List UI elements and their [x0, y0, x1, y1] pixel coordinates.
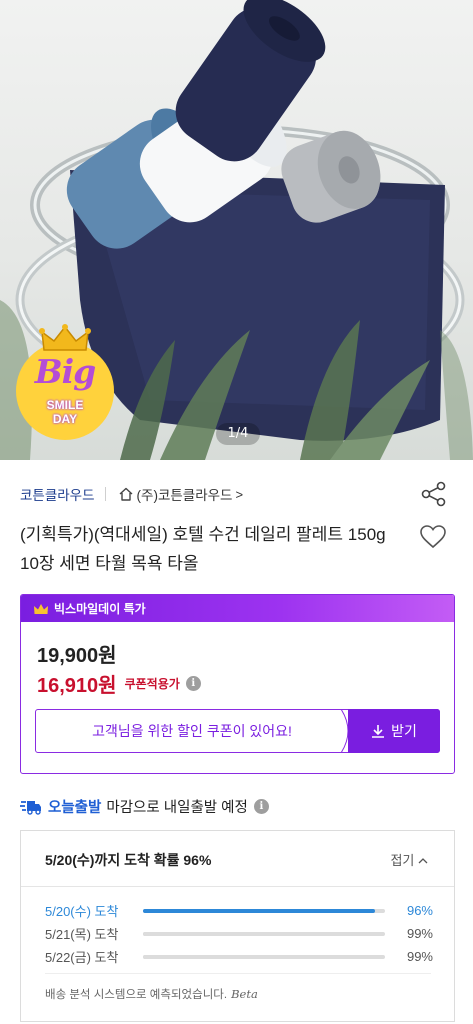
delivery-row-label: 5/21(목) 도착: [45, 927, 119, 942]
divider: [45, 973, 431, 974]
sale-price: 16,910원: [37, 675, 117, 697]
delivery-probability-box: 5/20(수)까지 도착 확률 96% 접기 5/20(수) 도착 96% 5/…: [20, 830, 455, 1022]
delivery-row: 5/22(금) 도착 99%: [45, 945, 433, 968]
delivery-summary: 오늘출발 마감으로 내일출발 예정 i: [20, 796, 269, 817]
probability-track: [143, 908, 385, 913]
chevron-up-icon: [418, 858, 428, 864]
delivery-row: 5/21(목) 도착 99%: [45, 922, 433, 945]
coupon-box[interactable]: 고객님을 위한 할인 쿠폰이 있어요! 받기: [35, 709, 440, 753]
share-icon[interactable]: [420, 480, 448, 508]
probability-fill: [143, 908, 376, 913]
badge-smile-day-text: SMILE DAY: [16, 398, 114, 426]
today-shipping-label: 오늘출발: [48, 800, 102, 816]
probability-fill: [143, 931, 383, 936]
home-icon: [119, 487, 133, 501]
sale-price-row: 16,910원 쿠폰적용가 i: [37, 669, 201, 698]
delivery-row-percent: 99%: [406, 949, 433, 964]
delivery-row: 5/20(수) 도착 96%: [45, 899, 433, 922]
delivery-row-percent: 96%: [406, 903, 433, 918]
badge-smile-text: SMILE: [46, 398, 84, 412]
promo-header-label: 빅스마일데이 특가: [54, 602, 146, 616]
probability-title: 5/20(수)까지 도착 확률 96%: [45, 852, 212, 868]
beta-label: Beta: [231, 987, 258, 1001]
badge-day-text: DAY: [52, 412, 78, 426]
page-indicator: 1/4: [216, 423, 260, 445]
heart-icon[interactable]: [419, 524, 447, 550]
collapse-button[interactable]: 접기: [390, 850, 428, 869]
chevron-right-icon: >: [235, 486, 244, 502]
delivery-text: 마감으로 내일출발 예정: [106, 800, 248, 816]
brand-link[interactable]: 코튼클라우드: [20, 484, 95, 504]
probability-track: [143, 954, 385, 959]
collapse-label: 접기: [390, 853, 415, 868]
coupon-button-label: 받기: [391, 723, 417, 739]
delivery-footer-text: 배송 분석 시스템으로 예측되었습니다.: [45, 989, 228, 1001]
delivery-row-label: 5/22(금) 도착: [45, 950, 119, 965]
promo-box: 빅스마일데이 특가 19,900원 16,910원 쿠폰적용가 i 고객님을 위…: [20, 594, 455, 774]
delivery-probability-header: 5/20(수)까지 도착 확률 96% 접기: [21, 831, 454, 887]
product-image-carousel[interactable]: Big SMILE DAY 1/4: [0, 0, 473, 460]
store-link[interactable]: (주)코튼클라우드 >: [118, 484, 244, 504]
delivery-row-percent: 99%: [406, 926, 433, 941]
crown-icon: [39, 324, 91, 351]
promo-header: 빅스마일데이 특가: [21, 595, 454, 622]
coupon-download-button[interactable]: 받기: [348, 709, 440, 753]
probability-track: [143, 931, 385, 936]
big-smile-day-badge: Big SMILE DAY: [16, 324, 114, 440]
download-icon: [372, 725, 385, 738]
delivery-rows: 5/20(수) 도착 96% 5/21(목) 도착 99% 5/22(금) 도착…: [45, 899, 433, 968]
store-name: (주)코튼클라우드: [136, 488, 233, 503]
badge-big-text: Big: [34, 352, 97, 391]
delivery-footer: 배송 분석 시스템으로 예측되었습니다. Beta: [45, 986, 258, 1002]
original-price: 19,900원: [37, 645, 117, 667]
coupon-applied-label: 쿠폰적용가: [124, 677, 180, 691]
coupon-message: 고객님을 위한 할인 쿠폰이 있어요!: [92, 723, 292, 739]
crown-icon: [34, 603, 48, 614]
probability-fill: [143, 954, 383, 959]
truck-icon: [20, 800, 41, 815]
seller-row: 코튼클라우드 (주)코튼클라우드 >: [20, 482, 243, 506]
product-title: (기획특가)(역대세일) 호텔 수건 데일리 팔레트 150g 10장 세면 타…: [20, 525, 386, 573]
delivery-row-label: 5/20(수) 도착: [45, 904, 119, 919]
info-icon[interactable]: i: [185, 676, 201, 691]
divider: [104, 487, 106, 501]
info-icon[interactable]: i: [253, 799, 269, 814]
